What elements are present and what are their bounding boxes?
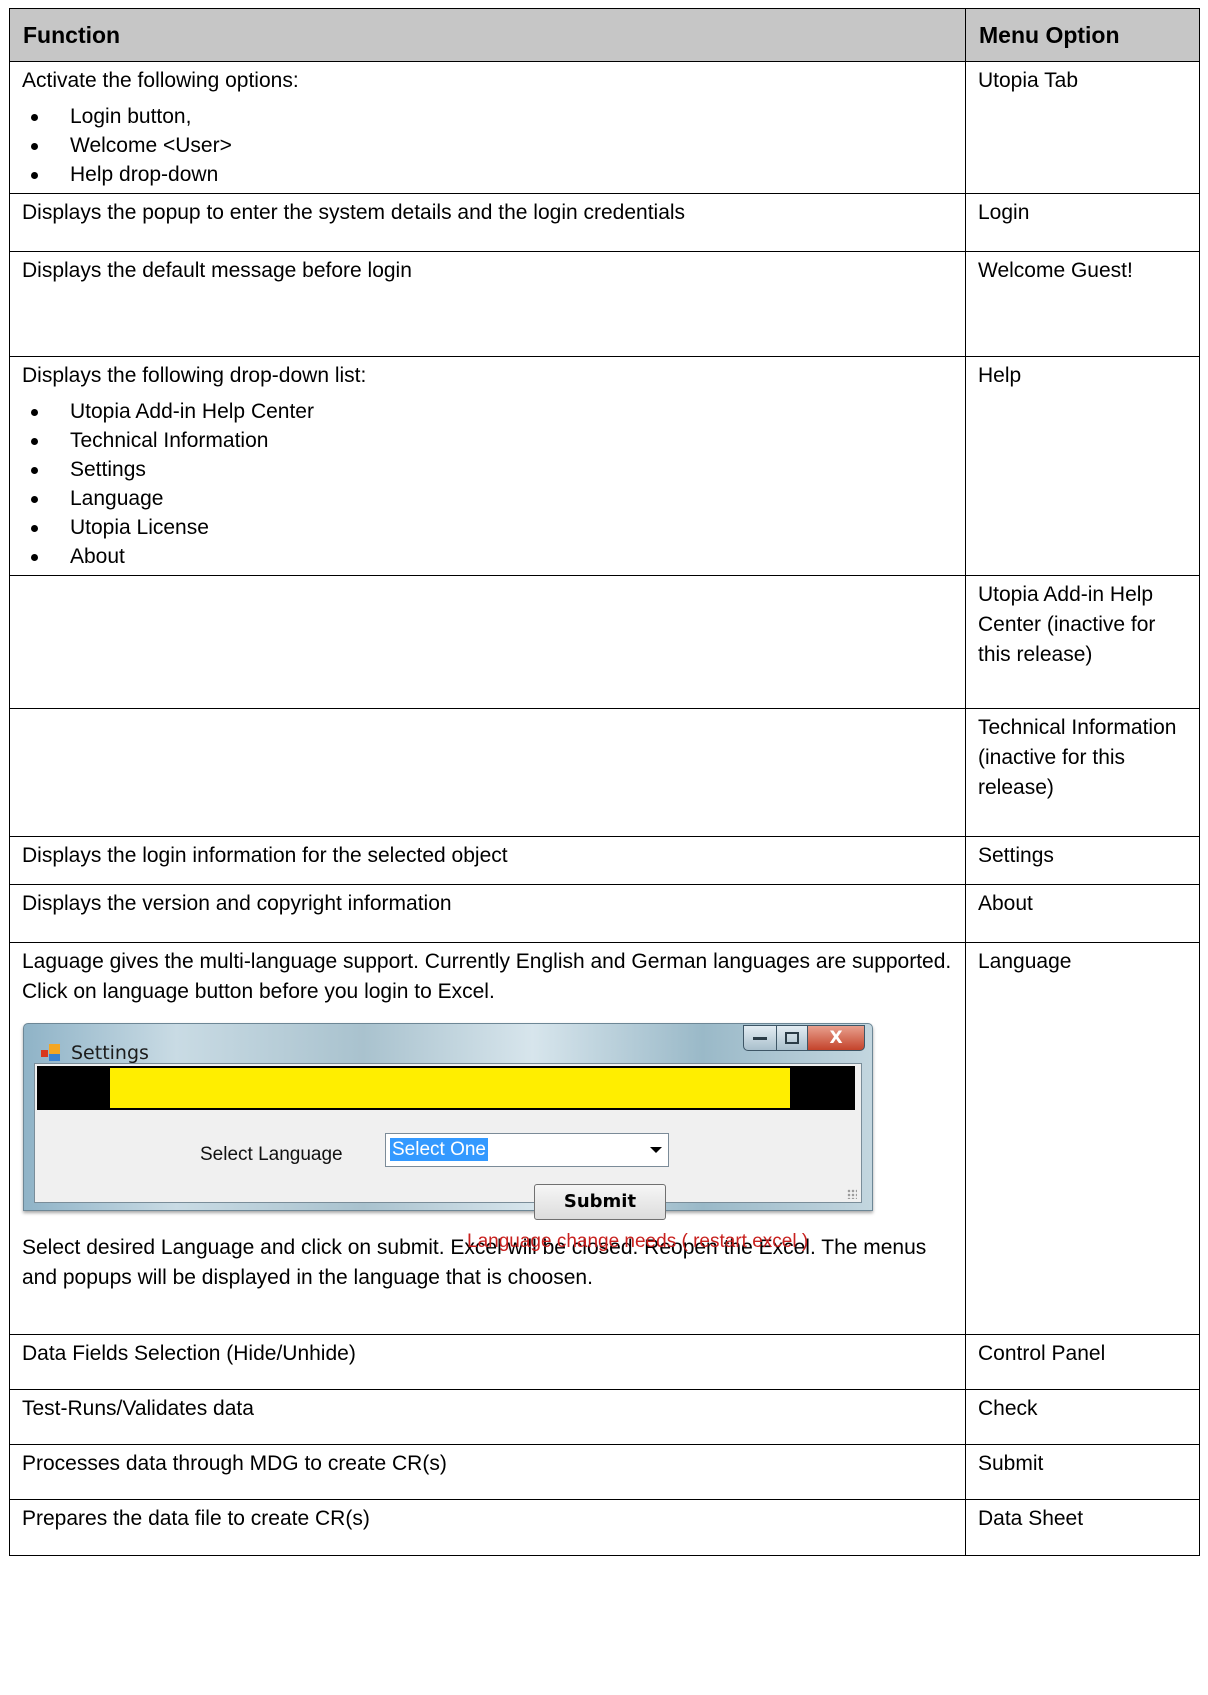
menu-option-cell: Help [965, 356, 1200, 576]
banner-bar [37, 1066, 855, 1110]
function-text: Displays the following drop-down list: [22, 364, 367, 387]
function-cell: Displays the default message before logi… [9, 251, 966, 357]
window-app-icon [41, 1044, 60, 1061]
function-cell: Data Fields Selection (Hide/Unhide) [9, 1334, 966, 1390]
table-row: Activate the following options: Login bu… [9, 61, 1200, 194]
dropdown-selected-value: Select One [390, 1138, 488, 1161]
table-row: Processes data through MDG to create CR(… [9, 1444, 1200, 1500]
menu-option-cell: Control Panel [965, 1334, 1200, 1390]
menu-option-cell: Data Sheet [965, 1499, 1200, 1556]
menu-option-cell: Welcome Guest! [965, 251, 1200, 357]
restart-warning-text: Language change needs ( restart excel ) [467, 1231, 809, 1252]
table-row: Displays the default message before logi… [9, 251, 1200, 357]
bullet-list: Utopia Add-in Help Center Technical Info… [22, 397, 953, 571]
list-item: Settings [22, 455, 953, 484]
settings-window: Settings X Select Language Select One Su… [23, 1023, 873, 1252]
menu-option-cell: Check [965, 1389, 1200, 1445]
table-row: Displays the version and copyright infor… [9, 884, 1200, 943]
function-cell: Displays the login information for the s… [9, 836, 966, 885]
menu-option-cell: Settings [965, 836, 1200, 885]
menu-option-cell: Utopia Tab [965, 61, 1200, 194]
header-menu-option: Menu Option [965, 8, 1200, 62]
minimize-icon[interactable] [743, 1025, 777, 1051]
list-item: Utopia Add-in Help Center [22, 397, 953, 426]
function-cell: Displays the following drop-down list: U… [9, 356, 966, 576]
function-text: Activate the following options: [22, 69, 299, 92]
bullet-list: Login button, Welcome <User> Help drop-d… [22, 102, 953, 189]
submit-button[interactable]: Submit [534, 1184, 666, 1220]
window-controls: X [743, 1025, 865, 1051]
select-language-label: Select Language [200, 1144, 343, 1165]
menu-option-cell: Submit [965, 1444, 1200, 1500]
list-item: Help drop-down [22, 160, 953, 189]
list-item: Language [22, 484, 953, 513]
list-item: Utopia License [22, 513, 953, 542]
function-cell [9, 708, 966, 837]
table-row: Displays the login information for the s… [9, 836, 1200, 885]
function-cell: Prepares the data file to create CR(s) [9, 1499, 966, 1556]
menu-option-cell: About [965, 884, 1200, 943]
menu-option-cell: Login [965, 193, 1200, 252]
list-item: Welcome <User> [22, 131, 953, 160]
function-cell [9, 575, 966, 709]
list-item: Login button, [22, 102, 953, 131]
function-cell: Processes data through MDG to create CR(… [9, 1444, 966, 1500]
list-item: Technical Information [22, 426, 953, 455]
menu-option-cell: Technical Information (inactive for this… [965, 708, 1200, 837]
table-row: Test-Runs/Validates data Check [9, 1389, 1200, 1445]
close-icon: X [829, 1028, 843, 1048]
list-item: About [22, 542, 953, 571]
function-cell: Laguage gives the multi-language support… [9, 942, 966, 1335]
maximize-icon[interactable] [777, 1025, 808, 1051]
function-cell: Activate the following options: Login bu… [9, 61, 966, 194]
function-text: Laguage gives the multi-language support… [22, 950, 952, 1003]
table-row: Laguage gives the multi-language support… [9, 942, 1200, 1335]
window-client-area: Select Language Select One Submit Langua… [34, 1063, 862, 1252]
function-menu-table: Function Menu Option Activate the follow… [9, 8, 1200, 1556]
table-row: Technical Information (inactive for this… [9, 708, 1200, 837]
chevron-down-icon [650, 1147, 662, 1153]
menu-option-cell: Language [965, 942, 1200, 1335]
function-cell: Displays the version and copyright infor… [9, 884, 966, 943]
close-button[interactable]: X [808, 1025, 865, 1051]
table-header-row: Function Menu Option [9, 8, 1200, 62]
banner-yellow-strip [110, 1068, 790, 1108]
table-row: Utopia Add-in Help Center (inactive for … [9, 575, 1200, 709]
function-cell: Test-Runs/Validates data [9, 1389, 966, 1445]
header-function: Function [9, 8, 966, 62]
table-row: Data Fields Selection (Hide/Unhide) Cont… [9, 1334, 1200, 1390]
function-cell: Displays the popup to enter the system d… [9, 193, 966, 252]
menu-option-cell: Utopia Add-in Help Center (inactive for … [965, 575, 1200, 709]
table-row: Prepares the data file to create CR(s) D… [9, 1499, 1200, 1556]
table-row: Displays the following drop-down list: U… [9, 356, 1200, 576]
resize-grip-icon[interactable] [847, 1189, 857, 1199]
language-dropdown[interactable]: Select One [385, 1133, 669, 1167]
table-row: Displays the popup to enter the system d… [9, 193, 1200, 252]
